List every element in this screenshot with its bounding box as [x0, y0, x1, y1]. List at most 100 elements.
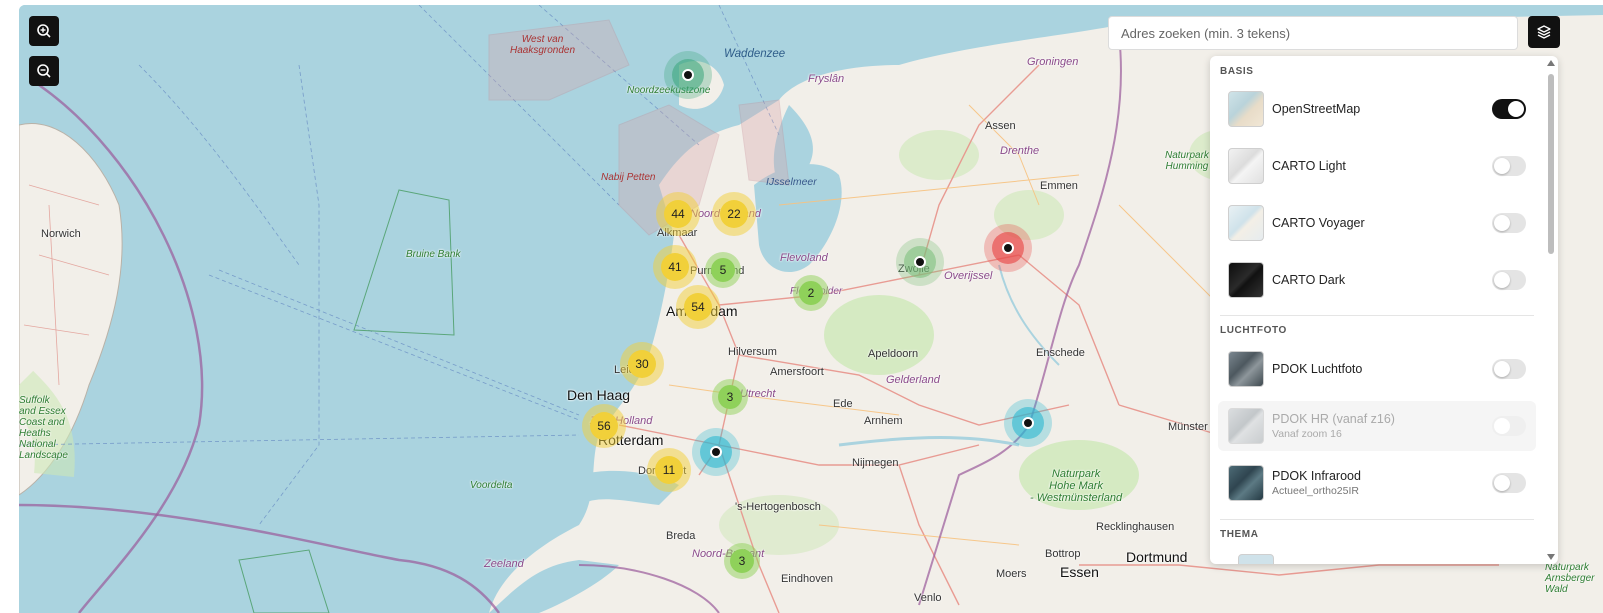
- layer-row-openstreetmap[interactable]: OpenStreetMap: [1218, 84, 1536, 134]
- layer-name: PDOK HR (vanaf z16): [1272, 412, 1395, 426]
- marker-cluster[interactable]: 44: [656, 192, 700, 236]
- place-label: Arnhem: [864, 415, 903, 427]
- place-label: Norwich: [41, 228, 81, 240]
- layer-name: CARTO Voyager: [1272, 216, 1365, 230]
- place-label: Waddenzee: [724, 48, 786, 60]
- layer-toggle-carto-dark[interactable]: [1492, 270, 1526, 290]
- layer-name: CARTO Light: [1272, 159, 1346, 173]
- layer-toggle-pdok-hr: [1492, 416, 1526, 436]
- map-marker[interactable]: [896, 238, 944, 286]
- place-label: Suffolk and Essex Coast and Heaths Natio…: [19, 395, 68, 461]
- section-title-thema: THEMA: [1220, 529, 1259, 540]
- marker-cluster[interactable]: 11: [647, 448, 691, 492]
- cluster-count: 41: [661, 253, 689, 281]
- marker-cluster[interactable]: 3: [712, 379, 748, 415]
- layer-thumbnail: [1228, 351, 1264, 387]
- place-label: Drenthe: [1000, 145, 1040, 157]
- place-label: 's-Hertogenbosch: [735, 501, 821, 513]
- place-label: IJsselmeer: [766, 176, 817, 188]
- place-label: Apeldoorn: [868, 348, 919, 360]
- layer-panel[interactable]: BASIS OpenStreetMap CARTO Light CARTO Vo…: [1210, 56, 1558, 564]
- marker-cluster[interactable]: 5: [705, 252, 741, 288]
- zoom-out-button[interactable]: [29, 56, 59, 86]
- layer-subtitle: Vanaf zoom 16: [1272, 428, 1342, 440]
- marker-cluster[interactable]: 41: [653, 245, 697, 289]
- place-label: Assen: [985, 120, 1016, 132]
- map-marker[interactable]: [664, 51, 712, 99]
- zoom-out-icon: [37, 64, 51, 78]
- place-label: Nabij Petten: [601, 172, 656, 183]
- layer-thumbnail: [1228, 262, 1264, 298]
- place-label: Naturpark Humming: [1165, 150, 1209, 172]
- place-label: Gelderland: [886, 374, 940, 386]
- layers-toggle-button[interactable]: [1528, 16, 1560, 48]
- cluster-count: 22: [720, 200, 748, 228]
- section-divider: [1220, 315, 1534, 316]
- marker-cluster[interactable]: 30: [620, 342, 664, 386]
- place-label: Venlo: [914, 592, 942, 604]
- layer-row-pdok-infrarood[interactable]: PDOK Infrarood Actueel_ortho25IR: [1218, 458, 1536, 508]
- place-label: Recklinghausen: [1096, 521, 1175, 533]
- place-label: Enschede: [1036, 347, 1085, 359]
- layer-thumbnail: [1228, 465, 1264, 501]
- zoom-in-button[interactable]: [29, 16, 59, 46]
- layer-thumbnail: [1228, 408, 1264, 444]
- place-label: Den Haag: [567, 387, 631, 403]
- cluster-count: 30: [628, 350, 656, 378]
- layer-row-pdok-luchtfoto[interactable]: PDOK Luchtfoto: [1218, 344, 1536, 394]
- place-label: Bottrop: [1045, 548, 1081, 560]
- layer-thumbnail: [1238, 554, 1274, 564]
- layer-thumbnail: [1228, 148, 1264, 184]
- layer-toggle-openstreetmap[interactable]: [1492, 99, 1526, 119]
- layer-name: OpenStreetMap: [1272, 102, 1361, 116]
- place-label: Naturpark Hohe Mark - Westmünsterland: [1030, 468, 1123, 504]
- layer-row-carto-dark[interactable]: CARTO Dark: [1218, 255, 1536, 305]
- place-label: Eindhoven: [781, 573, 833, 585]
- place-label: Moers: [996, 568, 1027, 580]
- layer-row-carto-voyager[interactable]: CARTO Voyager: [1218, 198, 1536, 248]
- place-label: Emmen: [1040, 180, 1078, 192]
- marker-cluster[interactable]: 22: [712, 192, 756, 236]
- layer-toggle-carto-light[interactable]: [1492, 156, 1526, 176]
- place-label: Flevoland: [780, 252, 828, 264]
- place-label: Hilversum: [728, 346, 777, 358]
- marker-cluster[interactable]: 54: [676, 285, 720, 329]
- layer-toggle-pdok-luchtfoto[interactable]: [1492, 359, 1526, 379]
- section-title-luchtfoto: LUCHTFOTO: [1220, 325, 1287, 336]
- place-label: Zeeland: [484, 558, 524, 570]
- place-label: Voordelta: [470, 480, 513, 491]
- layers-icon: [1537, 25, 1551, 39]
- place-label: Essen: [1060, 564, 1099, 580]
- section-divider: [1220, 519, 1534, 520]
- layer-toggle-pdok-infrarood[interactable]: [1492, 473, 1526, 493]
- cluster-count: 3: [718, 385, 742, 409]
- layer-row-carto-light[interactable]: CARTO Light: [1218, 141, 1536, 191]
- place-label: Overijssel: [944, 270, 993, 282]
- place-label: Amersfoort: [770, 366, 824, 378]
- marker-cluster[interactable]: 56: [582, 404, 626, 448]
- section-title-basis: BASIS: [1220, 66, 1254, 77]
- marker-cluster[interactable]: 3: [724, 543, 760, 579]
- cluster-count: 56: [590, 412, 618, 440]
- map-marker[interactable]: [1004, 399, 1052, 447]
- cluster-count: 11: [655, 456, 683, 484]
- address-search-input[interactable]: [1108, 16, 1518, 50]
- layer-thumbnail: [1228, 205, 1264, 241]
- cluster-count: 54: [684, 293, 712, 321]
- layer-name: CARTO Dark: [1272, 273, 1346, 287]
- scroll-down-arrow[interactable]: [1547, 554, 1555, 560]
- panel-scrollbar[interactable]: [1548, 74, 1554, 254]
- place-label: Bruine Bank: [406, 249, 461, 260]
- place-label: Naturpark Arnsberger Wald: [1545, 562, 1595, 595]
- layer-subtitle: Actueel_ortho25IR: [1272, 485, 1359, 497]
- layer-toggle-carto-voyager[interactable]: [1492, 213, 1526, 233]
- cluster-count: 2: [799, 281, 823, 305]
- marker-cluster[interactable]: 2: [793, 275, 829, 311]
- layer-row-pdok-hr: PDOK HR (vanaf z16) Vanaf zoom 16: [1218, 401, 1536, 451]
- map-marker[interactable]: [984, 224, 1032, 272]
- place-label: Münster: [1168, 421, 1208, 433]
- scroll-up-arrow[interactable]: [1547, 60, 1555, 66]
- place-label: Ede: [833, 398, 853, 410]
- layer-thumbnail: [1228, 91, 1264, 127]
- map-marker[interactable]: [692, 428, 740, 476]
